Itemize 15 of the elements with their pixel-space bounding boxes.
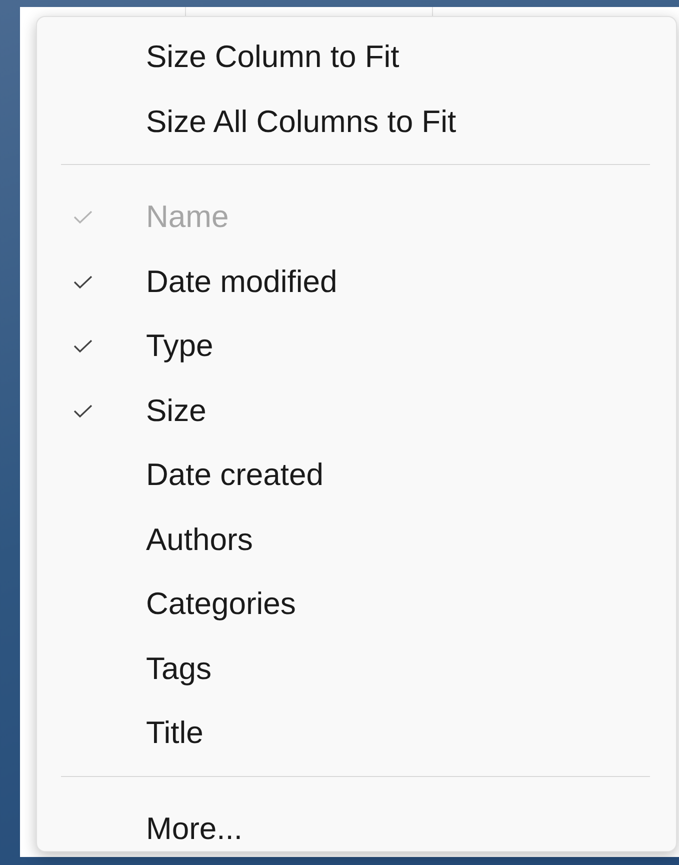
menu-item[interactable]: Categories xyxy=(37,572,676,636)
checkmark-icon xyxy=(73,404,93,418)
menu-item[interactable]: More... xyxy=(37,796,676,861)
menu-item[interactable]: Size All Columns to Fit xyxy=(37,90,676,154)
menu-item[interactable]: Title xyxy=(37,701,676,766)
menu-item[interactable]: Date created xyxy=(37,443,676,508)
checkmark-icon xyxy=(73,274,93,289)
menu-item[interactable]: Size Column to Fit xyxy=(37,25,676,90)
menu-item[interactable]: Authors xyxy=(37,508,676,572)
checkmark-icon xyxy=(73,210,93,224)
menu-item[interactable]: Type xyxy=(37,314,676,378)
menu-item[interactable]: Date modified xyxy=(37,250,676,314)
checkmark-icon xyxy=(73,339,93,354)
menu-item[interactable]: Size xyxy=(37,378,676,443)
menu-item[interactable]: Tags xyxy=(37,636,676,701)
